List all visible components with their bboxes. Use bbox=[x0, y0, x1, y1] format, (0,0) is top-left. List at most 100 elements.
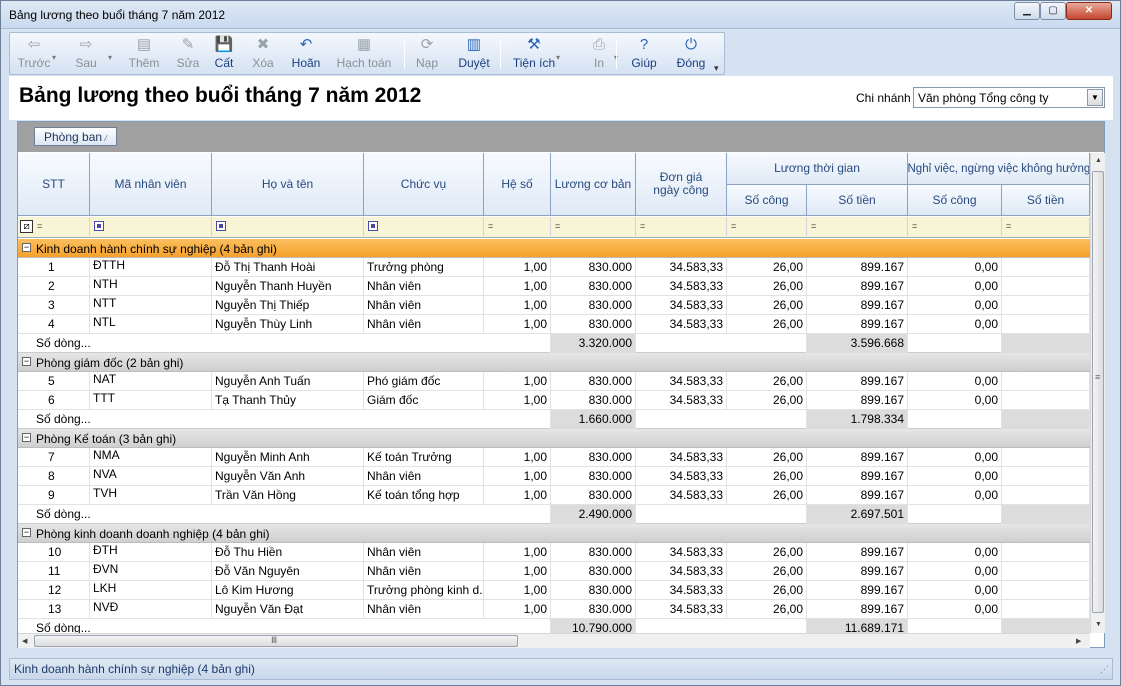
cell-stt: 2 bbox=[18, 277, 90, 296]
col-header-he-so[interactable]: Hệ số bbox=[484, 153, 551, 216]
filter-operator-icon[interactable] bbox=[94, 221, 104, 231]
dropdown-arrow-icon[interactable]: ▾ bbox=[108, 53, 112, 62]
filter-operator-icon[interactable] bbox=[216, 221, 226, 231]
col-header-so-cong-2[interactable]: Số công bbox=[908, 185, 1002, 216]
collapse-toggle-icon[interactable]: − bbox=[22, 357, 31, 366]
close-window-button[interactable]: ✕ bbox=[1066, 2, 1112, 20]
chevron-down-icon[interactable]: ▼ bbox=[1087, 89, 1103, 106]
col-header-so-tien-label: Số tiền bbox=[838, 192, 876, 207]
minimize-button[interactable]: ▁ bbox=[1014, 2, 1040, 20]
vertical-scrollbar[interactable]: ▲ ≡ ▼ bbox=[1090, 153, 1105, 633]
table-row[interactable]: 4 NTL Nguyễn Thùy Linh Nhân viên 1,00 830.000… bbox=[18, 315, 1090, 334]
filter-cell-so-tien[interactable]: = bbox=[807, 217, 908, 238]
resize-grip-icon[interactable]: ⋰ bbox=[1100, 664, 1109, 675]
equals-icon[interactable]: = bbox=[37, 222, 46, 231]
toolbar-dong-button[interactable]: ⏻ Đóng bbox=[670, 35, 712, 73]
group-row[interactable]: − Kinh doanh hành chính sự nghiệp (4 bản … bbox=[18, 239, 1090, 258]
group-by-chip-phong-ban[interactable]: Phòng ban ⁄ bbox=[34, 127, 117, 146]
maximize-button[interactable]: ▢ bbox=[1040, 2, 1066, 20]
filter-cell-ho-ten[interactable] bbox=[212, 217, 364, 238]
horizontal-scroll-thumb[interactable]: Ⅲ bbox=[34, 635, 518, 647]
col-group-header-nghi-viec[interactable]: Nghỉ việc, ngừng việc không hưởng 100% l… bbox=[908, 153, 1090, 185]
toolbar-duyet-button[interactable]: ▥ Duyệt bbox=[452, 35, 496, 73]
filter-operator-icon[interactable] bbox=[368, 221, 378, 231]
collapse-toggle-icon[interactable]: − bbox=[22, 433, 31, 442]
col-header-ma-nv[interactable]: Mã nhân viên bbox=[90, 153, 212, 216]
scroll-left-icon[interactable]: ◀ bbox=[22, 637, 27, 645]
table-row[interactable]: 8 NVA Nguyễn Văn Anh Nhân viên 1,00 830.000 34… bbox=[18, 467, 1090, 486]
table-row[interactable]: 1 ĐTTH Đỗ Thị Thanh Hoài Trưởng phòng 1,00 83… bbox=[18, 258, 1090, 277]
toolbar-tien-ich-button[interactable]: ⚒ Tiện ích bbox=[508, 35, 560, 73]
filter-toggle-icon[interactable]: ⧄ bbox=[20, 220, 33, 233]
toolbar-overflow-icon[interactable]: ▾ bbox=[714, 63, 719, 74]
col-header-chuc-vu[interactable]: Chức vụ bbox=[364, 153, 484, 216]
equals-icon[interactable]: = bbox=[640, 222, 649, 231]
scroll-up-icon[interactable]: ▲ bbox=[1095, 157, 1102, 164]
collapse-toggle-icon[interactable]: − bbox=[22, 528, 31, 537]
toolbar-in-button[interactable]: ⎙ In bbox=[580, 35, 618, 73]
filter-cell-so-tien-2[interactable]: = bbox=[1002, 217, 1090, 238]
table-row[interactable]: 5 NAT Nguyễn Anh Tuấn Phó giám đốc 1,00 830.0… bbox=[18, 372, 1090, 391]
collapse-toggle-icon[interactable]: − bbox=[22, 243, 31, 252]
toolbar-sua-button[interactable]: ✎ Sửa bbox=[170, 35, 206, 73]
equals-icon[interactable]: = bbox=[912, 222, 921, 231]
table-row[interactable]: 10 ĐTH Đỗ Thu Hiền Nhân viên 1,00 830.000 34.5… bbox=[18, 543, 1090, 562]
table-row[interactable]: 3 NTT Nguyễn Thị Thiếp Nhân viên 1,00 830.000… bbox=[18, 296, 1090, 315]
filter-cell-don-gia[interactable]: = bbox=[636, 217, 727, 238]
cell-stt: 10 bbox=[18, 543, 90, 562]
col-header-stt[interactable]: STT bbox=[18, 153, 90, 216]
scroll-down-icon[interactable]: ▼ bbox=[1095, 621, 1102, 628]
cell-ho-ten: Nguyễn Thùy Linh bbox=[212, 315, 364, 334]
toolbar-nap-button[interactable]: ⟳ Nạp bbox=[410, 35, 444, 73]
table-row[interactable]: 9 TVH Trần Văn Hồng Kế toán tổng hợp 1,00 830… bbox=[18, 486, 1090, 505]
equals-icon[interactable]: = bbox=[488, 222, 497, 231]
cell-so-cong-2: 0,00 bbox=[908, 581, 1002, 600]
col-header-luong-co-ban[interactable]: Lương cơ bản bbox=[551, 153, 636, 216]
table-row[interactable]: 6 TTT Tạ Thanh Thủy Giám đốc 1,00 830.000 34.5… bbox=[18, 391, 1090, 410]
equals-icon[interactable]: = bbox=[1006, 222, 1015, 231]
equals-icon[interactable]: = bbox=[731, 222, 740, 231]
table-row[interactable]: 13 NVĐ Nguyễn Văn Đạt Nhân viên 1,00 830.000 3… bbox=[18, 600, 1090, 619]
arrow-right-icon: ⇨ bbox=[79, 36, 93, 53]
toolbar-hoan-button[interactable]: ↶ Hoãn bbox=[284, 35, 328, 73]
filter-cell-he-so[interactable]: = bbox=[484, 217, 551, 238]
dropdown-arrow-icon[interactable]: ▾ bbox=[556, 53, 560, 62]
col-group-header-luong-thoi-gian[interactable]: Lương thời gian bbox=[727, 153, 908, 185]
toolbar-xoa-button[interactable]: ✖ Xóa bbox=[246, 35, 280, 73]
group-row[interactable]: − Phòng giám đốc (2 bản ghi) bbox=[18, 353, 1090, 372]
branch-select[interactable]: Văn phòng Tổng công ty ▼ bbox=[913, 87, 1105, 108]
horizontal-scrollbar[interactable]: ◀ Ⅲ ▶ bbox=[18, 633, 1090, 648]
equals-icon[interactable]: = bbox=[811, 222, 820, 231]
group-row[interactable]: − Phòng kinh doanh doanh nghiệp (4 bản gh… bbox=[18, 524, 1090, 543]
col-header-don-gia[interactable]: Đơn giá ngày công bbox=[636, 153, 727, 216]
toolbar-them-button[interactable]: ▤ Thêm bbox=[122, 35, 166, 73]
table-row[interactable]: 7 NMA Nguyễn Minh Anh Kế toán Trưởng 1,00 830… bbox=[18, 448, 1090, 467]
cell-so-tien: 899.167 bbox=[807, 543, 908, 562]
filter-cell-luong-co-ban[interactable]: = bbox=[551, 217, 636, 238]
filter-cell-chuc-vu[interactable] bbox=[364, 217, 484, 238]
table-row[interactable]: 2 NTH Nguyễn Thanh Huyền Nhân viên 1,00 830.0… bbox=[18, 277, 1090, 296]
filter-cell-so-cong[interactable]: = bbox=[727, 217, 807, 238]
group-row[interactable]: − Phòng Kế toán (3 bản ghi) bbox=[18, 429, 1090, 448]
summary-spacer bbox=[90, 619, 551, 633]
filter-cell-ma-nv[interactable] bbox=[90, 217, 212, 238]
dropdown-arrow-icon[interactable]: ▾ bbox=[52, 53, 56, 62]
filter-cell-stt[interactable]: ⧄ = bbox=[18, 217, 90, 238]
filter-cell-so-cong-2[interactable]: = bbox=[908, 217, 1002, 238]
table-row[interactable]: 11 ĐVN Đỗ Văn Nguyên Nhân viên 1,00 830.000 34… bbox=[18, 562, 1090, 581]
col-header-so-tien[interactable]: Số tiền bbox=[807, 185, 908, 216]
toolbar-cat-button[interactable]: 💾 Cất bbox=[207, 35, 241, 73]
cell-so-cong: 26,00 bbox=[727, 448, 807, 467]
table-row[interactable]: 12 LKH Lô Kim Hương Trưởng phòng kinh d... 1… bbox=[18, 581, 1090, 600]
equals-icon[interactable]: = bbox=[555, 222, 564, 231]
toolbar-truoc-button[interactable]: ⇦ Trước bbox=[12, 35, 56, 73]
scroll-right-icon[interactable]: ▶ bbox=[1076, 637, 1081, 645]
col-header-so-cong[interactable]: Số công bbox=[727, 185, 807, 216]
vertical-scroll-thumb[interactable]: ≡ bbox=[1092, 171, 1104, 613]
col-header-ho-ten[interactable]: Họ và tên bbox=[212, 153, 364, 216]
toolbar-sau-button[interactable]: ⇨ Sau bbox=[60, 35, 112, 73]
toolbar-giup-button[interactable]: ? Giúp bbox=[626, 35, 662, 73]
toolbar-hach-toan-button[interactable]: ▦ Hạch toán bbox=[332, 35, 396, 73]
col-header-so-tien-2[interactable]: Số tiền bbox=[1002, 185, 1090, 216]
group-summary-row: Số dòng... 3.320.000 3.596.668 bbox=[18, 334, 1090, 353]
